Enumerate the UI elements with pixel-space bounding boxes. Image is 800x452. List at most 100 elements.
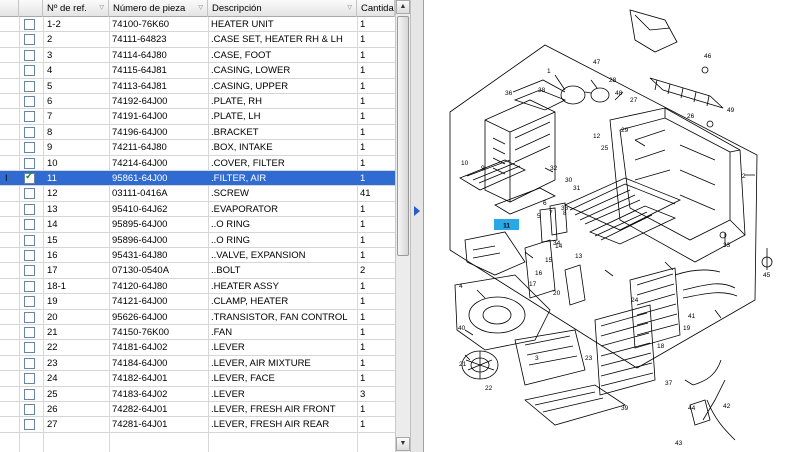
callout-label[interactable]: 15 bbox=[545, 257, 553, 264]
table-row[interactable]: 7 74191-64J00 .PLATE, LH 1 bbox=[0, 109, 395, 125]
callout-label[interactable]: 17 bbox=[529, 281, 537, 288]
table-row[interactable]: 12 03111-0416A .SCREW 41 bbox=[0, 186, 395, 202]
callout-label[interactable]: 4 bbox=[459, 283, 463, 290]
callout-label[interactable]: 29 bbox=[621, 127, 629, 134]
callout-label[interactable]: 27 bbox=[630, 97, 638, 104]
callout-label[interactable]: 47 bbox=[593, 59, 601, 66]
callout-label[interactable]: 7 bbox=[549, 210, 553, 217]
callout-label[interactable]: 32 bbox=[550, 165, 558, 172]
callout-label[interactable]: 3 bbox=[535, 355, 539, 362]
header-ref[interactable]: Nº de ref. ▽ bbox=[43, 0, 109, 17]
row-checkbox[interactable] bbox=[24, 250, 35, 261]
table-row[interactable]: 22 74181-64J02 .LEVER 1 bbox=[0, 340, 395, 356]
table-row[interactable]: 25 74183-64J02 .LEVER 3 bbox=[0, 387, 395, 402]
row-checkbox[interactable] bbox=[24, 280, 35, 292]
row-checkbox[interactable] bbox=[24, 265, 35, 277]
row-checkbox[interactable] bbox=[24, 19, 35, 30]
expand-arrow-icon[interactable] bbox=[414, 206, 420, 216]
callout-label[interactable]: 18 bbox=[657, 343, 665, 350]
table-row[interactable]: 1-2 74100-76K60 HEATER UNIT 1 bbox=[0, 17, 395, 33]
callout-label[interactable]: 46 bbox=[704, 53, 712, 60]
callout-label[interactable]: 22 bbox=[485, 385, 493, 392]
table-row[interactable]: 16 95431-64J80 ..VALVE, EXPANSION 1 bbox=[0, 248, 395, 264]
row-checkbox[interactable] bbox=[24, 65, 35, 77]
callout-label[interactable]: 41 bbox=[688, 313, 696, 320]
callout-label[interactable]: 19 bbox=[683, 325, 691, 332]
row-checkbox[interactable] bbox=[24, 203, 35, 215]
row-checkbox[interactable] bbox=[24, 404, 35, 415]
table-row[interactable]: 6 74192-64J00 .PLATE, RH 1 bbox=[0, 94, 395, 110]
row-checkbox[interactable] bbox=[24, 419, 35, 431]
scroll-thumb[interactable] bbox=[397, 16, 409, 256]
header-qty[interactable]: Cantida bbox=[357, 0, 395, 17]
callout-label[interactable]: 30 bbox=[565, 177, 573, 184]
table-row[interactable]: 3 74114-64J80 .CASE, FOOT 1 bbox=[0, 48, 395, 64]
table-row[interactable]: 21 74150-76K00 .FAN 1 bbox=[0, 325, 395, 341]
row-checkbox[interactable] bbox=[24, 342, 35, 354]
panel-splitter[interactable] bbox=[410, 0, 424, 452]
row-checkbox[interactable] bbox=[24, 234, 35, 246]
table-row[interactable]: 27 74281-64J01 .LEVER, FRESH AIR REAR 1 bbox=[0, 417, 395, 433]
table-row[interactable]: 15 95896-64J00 ..O RING 1 bbox=[0, 233, 395, 248]
callout-label[interactable]: 45 bbox=[763, 272, 771, 279]
callout-label[interactable]: 2 bbox=[742, 173, 746, 180]
callout-label[interactable]: 12 bbox=[593, 133, 601, 140]
callout-label[interactable]: 43 bbox=[675, 440, 683, 447]
callout-label[interactable]: 35 bbox=[561, 205, 569, 212]
callout-label[interactable]: 38 bbox=[538, 87, 546, 94]
callout-label[interactable]: 31 bbox=[573, 185, 581, 192]
callout-label[interactable]: 42 bbox=[723, 403, 731, 410]
table-row[interactable]: 23 74184-64J00 .LEVER, AIR MIXTURE 1 bbox=[0, 356, 395, 372]
row-checkbox[interactable] bbox=[24, 80, 35, 92]
table-row[interactable]: 13 95410-64J62 .EVAPORATOR 1 bbox=[0, 202, 395, 218]
callout-label[interactable]: 37 bbox=[665, 380, 673, 387]
callout-label[interactable]: 16 bbox=[535, 270, 543, 277]
row-checkbox[interactable] bbox=[24, 142, 35, 154]
table-row[interactable]: I 11 95861-64J00 .FILTER, AIR 1 bbox=[0, 171, 395, 187]
row-checkbox[interactable] bbox=[24, 157, 35, 169]
row-checkbox[interactable] bbox=[24, 296, 35, 308]
row-checkbox[interactable] bbox=[24, 126, 35, 138]
callout-label[interactable]: 28 bbox=[609, 77, 617, 84]
table-row[interactable]: 26 74282-64J01 .LEVER, FRESH AIR FRONT 1 bbox=[0, 402, 395, 418]
callout-label[interactable]: 25 bbox=[601, 145, 609, 152]
callout-label[interactable]: 36 bbox=[505, 90, 513, 97]
table-row[interactable]: 10 74214-64J00 .COVER, FILTER 1 bbox=[0, 156, 395, 171]
callout-label[interactable]: 13 bbox=[575, 253, 583, 260]
row-checkbox[interactable] bbox=[24, 327, 35, 338]
table-row[interactable]: 2 74111-64823 .CASE SET, HEATER RH & LH 1 bbox=[0, 32, 395, 48]
table-row[interactable]: 18-1 74120-64J80 .HEATER ASSY 1 bbox=[0, 279, 395, 295]
table-row[interactable]: 4 74115-64J81 .CASING, LOWER 1 bbox=[0, 63, 395, 79]
table-row[interactable]: 24 74182-64J01 .LEVER, FACE 1 bbox=[0, 371, 395, 387]
callout-label[interactable]: 49 bbox=[727, 107, 735, 114]
vertical-scrollbar[interactable]: ▲ ▼ bbox=[395, 0, 410, 452]
callout-label[interactable]: 48 bbox=[615, 90, 623, 97]
row-checkbox[interactable] bbox=[24, 357, 35, 369]
callout-label[interactable]: 34 bbox=[553, 240, 561, 247]
scroll-down-icon[interactable]: ▼ bbox=[396, 437, 410, 451]
table-row[interactable]: 9 74211-64J80 .BOX, INTAKE 1 bbox=[0, 140, 395, 156]
row-checkbox[interactable] bbox=[24, 373, 35, 385]
callout-label[interactable]: 44 bbox=[688, 405, 696, 412]
table-row[interactable]: 19 74121-64J00 .CLAMP, HEATER 1 bbox=[0, 294, 395, 310]
row-checkbox[interactable] bbox=[24, 388, 35, 400]
table-row[interactable]: 17 07130-0540A ..BOLT 2 bbox=[0, 263, 395, 279]
callout-label[interactable]: 5 bbox=[537, 213, 541, 220]
callout-label[interactable]: 21 bbox=[459, 361, 467, 368]
callout-label[interactable]: 6 bbox=[543, 200, 547, 207]
callout-label[interactable]: 10 bbox=[461, 160, 469, 167]
row-checkbox[interactable] bbox=[24, 171, 35, 184]
table-row[interactable]: 8 74196-64J00 .BRACKET 1 bbox=[0, 125, 395, 141]
row-checkbox[interactable] bbox=[24, 49, 35, 61]
callout-label[interactable]: 1 bbox=[547, 68, 551, 75]
row-checkbox[interactable] bbox=[24, 111, 35, 123]
table-row[interactable]: 14 95895-64J00 ..O RING 1 bbox=[0, 217, 395, 233]
callout-label[interactable]: 39 bbox=[621, 405, 629, 412]
callout-label[interactable]: 40 bbox=[458, 325, 466, 332]
row-checkbox[interactable] bbox=[24, 311, 35, 323]
callout-label[interactable]: 9 bbox=[481, 165, 485, 172]
header-checkbox-column[interactable] bbox=[19, 0, 43, 17]
row-checkbox[interactable] bbox=[24, 34, 35, 46]
callout-label[interactable]: 24 bbox=[631, 297, 639, 304]
scroll-up-icon[interactable]: ▲ bbox=[396, 0, 410, 14]
